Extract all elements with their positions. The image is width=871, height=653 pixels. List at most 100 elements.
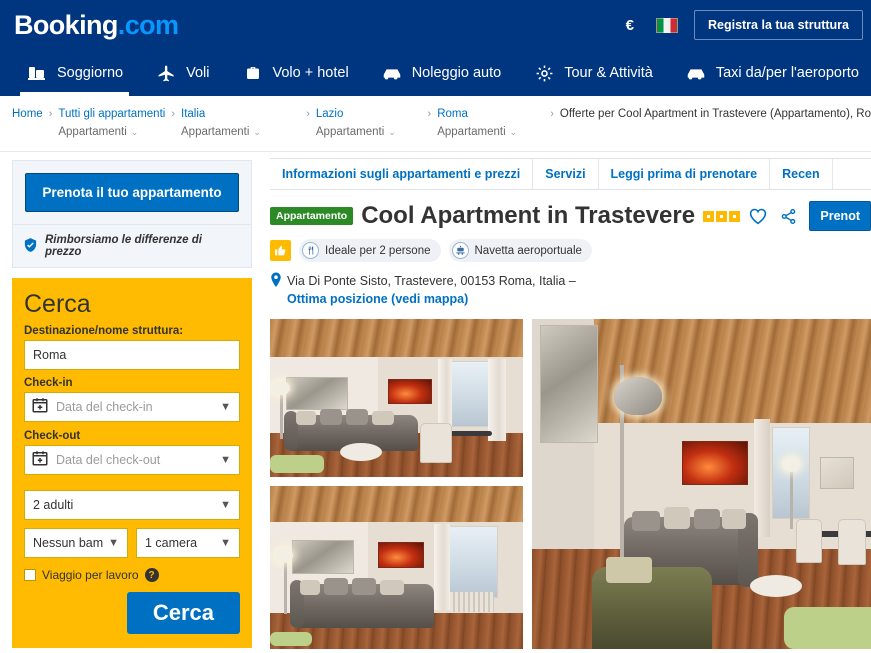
tab-leggi-prima-di-prenotare[interactable]: Leggi prima di prenotare: [599, 159, 771, 189]
nav-label: Soggiorno: [57, 65, 124, 81]
children-select[interactable]: Nessun bam ▼: [24, 528, 128, 558]
breadcrumb-link[interactable]: Tutti gli appartamenti: [58, 108, 165, 120]
facility-label: Navetta aeroportuale: [474, 244, 582, 257]
chevron-down-icon: ▼: [220, 536, 231, 549]
property-type-badge: Appartamento: [270, 207, 354, 225]
page-body: Prenota il tuo appartamento Rimborsiamo …: [0, 152, 871, 650]
property-facilities-row: Ideale per 2 persone Navetta aeroportual…: [270, 239, 871, 262]
site-header: Booking.com € Registra la tua struttura …: [0, 0, 871, 96]
star-rating: [703, 210, 741, 222]
property-address-block: Via Di Ponte Sisto, Trastevere, 00153 Ro…: [287, 272, 576, 308]
breadcrumb-link[interactable]: Italia: [181, 108, 261, 120]
apartment-photo-living-room-main[interactable]: [532, 319, 871, 650]
tab-recensioni[interactable]: Recen: [770, 159, 833, 189]
breadcrumb-sublabel: Appartamenti: [315, 126, 385, 138]
property-tabs: Informazioni sugli appartamenti e prezzi…: [270, 158, 871, 190]
tab-servizi[interactable]: Servizi: [533, 159, 599, 189]
business-travel-label: Viaggio per lavoro: [42, 568, 139, 582]
facility-label: Ideale per 2 persone: [325, 244, 431, 257]
apartment-photo-living-room-1[interactable]: [270, 319, 523, 478]
checkout-placeholder-text: Data del check-out: [56, 453, 161, 467]
calendar-icon: [31, 396, 49, 419]
gallery-left-column: [270, 319, 523, 650]
photo-artwork: [270, 319, 523, 478]
nav-item-soggiorno[interactable]: Soggiorno: [10, 50, 139, 96]
chevron-down-icon: ⌄: [253, 127, 261, 137]
breadcrumb-separator: ›: [550, 108, 554, 120]
airplane-icon: [155, 63, 177, 83]
share-icon[interactable]: [780, 208, 797, 225]
register-property-button[interactable]: Registra la tua struttura: [693, 10, 863, 40]
checkin-label: Check-in: [24, 377, 73, 389]
property-title-row: Appartamento Cool Apartment in Trastever…: [270, 201, 871, 231]
star-icon: [716, 210, 728, 222]
shield-check-icon: [23, 237, 38, 256]
logo-suffix-text: .com: [117, 9, 179, 40]
header-top-right: € Registra la tua struttura: [620, 10, 863, 40]
page-title: Cool Apartment in Trastevere: [361, 202, 696, 229]
nav-item-tour-attivita[interactable]: Tour & Attività: [517, 50, 669, 96]
breadcrumb-separator: ›: [48, 108, 53, 120]
breadcrumb-current-page: Offerte per Cool Apartment in Trastevere…: [559, 108, 871, 120]
business-travel-checkbox[interactable]: [24, 569, 36, 581]
checkin-date-field[interactable]: Data del check-in ▼: [24, 392, 240, 422]
book-apartment-box: Prenota il tuo appartamento: [12, 160, 252, 225]
euro-currency-icon[interactable]: €: [620, 16, 640, 35]
destination-input[interactable]: [24, 340, 240, 370]
breadcrumb-sublink[interactable]: Appartamenti ⌄: [316, 126, 396, 138]
thumbs-up-icon: [270, 240, 291, 261]
nav-label: Volo + hotel: [272, 65, 349, 81]
nav-item-voli[interactable]: Voli: [139, 50, 225, 96]
photo-artwork: [532, 319, 871, 650]
heart-icon[interactable]: [748, 207, 768, 225]
breadcrumb-sublink[interactable]: Appartamenti ⌄: [58, 126, 165, 138]
rooms-select[interactable]: 1 camera ▼: [136, 528, 240, 558]
photo-artwork: [270, 486, 523, 650]
price-match-banner: Rimborsiamo le differenze di prezzo: [12, 225, 252, 268]
view-map-link[interactable]: Ottima posizione (vedi mappa): [287, 290, 576, 308]
breadcrumb-separator: ›: [171, 108, 175, 120]
title-action-buttons: Prenot: [748, 201, 871, 231]
sidebar: Prenota il tuo appartamento Rimborsiamo …: [0, 152, 262, 649]
adults-value: 2 adulti: [33, 498, 74, 512]
children-value: Nessun bam: [33, 536, 104, 550]
apartment-photo-living-room-2[interactable]: [270, 486, 523, 650]
breadcrumb-link[interactable]: Roma: [437, 108, 517, 120]
nav-item-volo-hotel[interactable]: Volo + hotel: [226, 50, 365, 96]
breadcrumb-sublink[interactable]: Appartamenti ⌄: [437, 126, 517, 138]
property-address-text: Via Di Ponte Sisto, Trastevere, 00153 Ro…: [287, 274, 576, 288]
breadcrumb-link[interactable]: Lazio: [316, 108, 396, 120]
breadcrumb-separator: ›: [306, 108, 310, 120]
chevron-down-icon: ▼: [108, 536, 119, 549]
header-top-bar: Booking.com € Registra la tua struttura: [0, 0, 871, 50]
car-icon: [381, 63, 403, 83]
breadcrumb-item-lazio: Lazio Appartamenti ⌄: [316, 108, 396, 138]
tab-informazioni-prezzi[interactable]: Informazioni sugli appartamenti e prezzi: [270, 159, 534, 189]
nav-item-taxi[interactable]: Taxi da/per l'aeroporto: [669, 50, 871, 96]
breadcrumb-sublabel: Appartamenti: [58, 126, 127, 138]
search-submit-button[interactable]: Cerca: [126, 592, 240, 634]
breadcrumb-item-tutti-gli-appartamenti: Tutti gli appartamenti Appartamenti ⌄: [58, 108, 165, 138]
booking-logo[interactable]: Booking.com: [14, 9, 179, 41]
italy-flag-icon[interactable]: [655, 17, 678, 33]
suitcase-icon: [242, 63, 264, 83]
cutlery-icon: [302, 242, 319, 259]
breadcrumb-separator: ›: [427, 108, 432, 120]
help-icon[interactable]: ?: [144, 568, 159, 582]
checkout-date-field[interactable]: Data del check-out ▼: [24, 445, 240, 475]
chevron-down-icon: ⌄: [130, 127, 139, 137]
breadcrumb-home-link[interactable]: Home: [12, 108, 43, 120]
adults-select[interactable]: 2 adulti ▼: [24, 490, 240, 520]
breadcrumb: Home › Tutti gli appartamenti Appartamen…: [0, 96, 871, 152]
header-nav: Soggiorno Voli Volo + hotel Noleggio aut…: [0, 50, 871, 96]
chevron-down-icon: ⌄: [509, 127, 518, 137]
calendar-icon: [31, 449, 49, 472]
book-apartment-button[interactable]: Prenota il tuo appartamento: [25, 173, 239, 212]
nav-label: Taxi da/per l'aeroporto: [715, 65, 859, 81]
breadcrumb-sublink[interactable]: Appartamenti ⌄: [181, 126, 261, 138]
nav-item-noleggio-auto[interactable]: Noleggio auto: [365, 50, 518, 96]
book-now-button[interactable]: Prenot: [809, 201, 871, 231]
breadcrumb-item-italia: Italia Appartamenti ⌄: [181, 108, 261, 138]
map-pin-icon: [270, 272, 282, 293]
chevron-down-icon: ⌄: [388, 127, 396, 137]
